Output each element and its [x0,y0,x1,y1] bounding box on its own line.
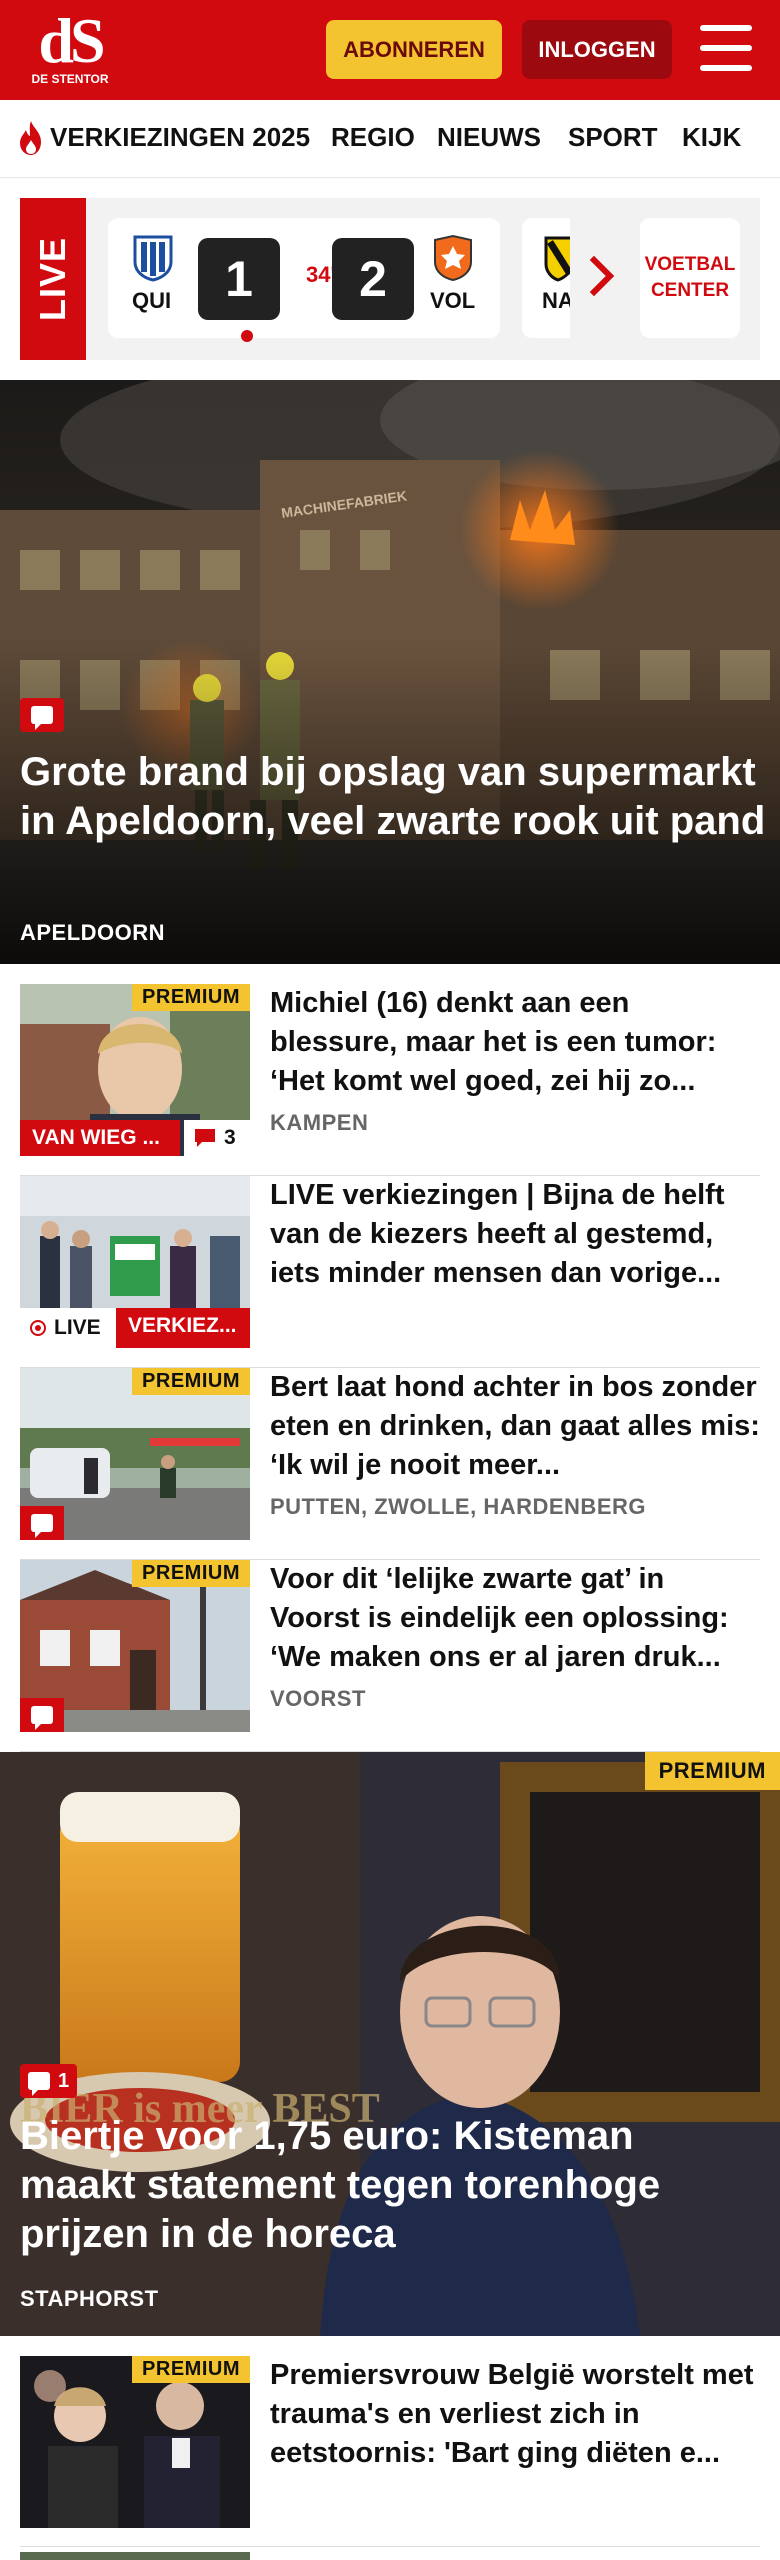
logo-mark: dS [38,5,105,76]
comment-icon [195,1129,215,1147]
nav-item-kijk[interactable]: KIJK [682,122,741,153]
login-button[interactable]: INLOGGEN [522,20,672,79]
hero-location-tag: APELDOORN [20,920,166,945]
comment-icon [31,1514,53,1538]
home-team-logo-icon [133,235,173,282]
home-team-name: QUI [132,288,172,313]
article-thumbnail: PREMIUM [20,1560,250,1732]
article-title[interactable]: Bert laat hond achter in bos zonder eten… [270,1368,760,1485]
nav-item-sport[interactable]: SPORT [568,122,658,153]
next-team-name: NA [542,288,570,313]
comment-icon [28,2072,50,2096]
article-thumbnail: PREMIUM VAN WIEG ... 3 [20,984,250,1156]
feature-location-tag: STAPHORST [20,2286,159,2311]
article-title[interactable]: LIVE verkiezingen | Bijna de helft van d… [270,1176,760,1293]
article-location-tag: VOORST [270,1686,366,1711]
article-location-tag: KAMPEN [270,1110,369,1135]
comments-badge[interactable] [20,1506,64,1540]
away-team-name: VOL [430,288,476,313]
premium-badge: PREMIUM [132,984,250,1011]
match-card[interactable]: QUI 1 34' 2 VOL [108,218,500,342]
away-score: 2 [332,238,414,320]
series-label[interactable]: VERKIEZ... [116,1308,250,1348]
site-logo[interactable]: dS DE STENTOR [28,5,112,88]
premium-badge: PREMIUM [132,1560,250,1587]
live-scores-strip: LIVE QUI 1 34' 2 VOL NA VOETBAL CENTER [20,198,760,360]
live-indicator-dot [241,330,253,342]
article-thumbnail: LIVE VERKIEZ... [20,1176,250,1348]
article-thumbnail: PREMIUM [20,2356,250,2528]
comments-badge[interactable] [20,698,64,732]
site-header: dS DE STENTOR ABONNEREN INLOGGEN [0,0,780,100]
article-location-tag: PUTTEN, ZWOLLE, HARDENBERG [270,1494,646,1519]
list-item[interactable]: PREMIUM Voor dit ‘lelijke zwarte gat’ in… [20,1560,760,1752]
article-title[interactable]: Premiersvrouw België worstelt met trauma… [270,2356,760,2473]
hero-title[interactable]: Grote brand bij opslag van supermarkt in… [20,748,770,846]
flame-icon [20,121,41,155]
away-team-logo-icon [434,234,472,282]
series-label[interactable]: VAN WIEG ... [20,1120,180,1156]
menu-icon[interactable] [700,25,752,71]
nav-item-nieuws[interactable]: NIEUWS [437,122,541,153]
comments-badge[interactable]: 1 [20,2064,78,2098]
main-nav: VERKIEZINGEN 2025 REGIO NIEUWS SPORT KIJ… [0,100,780,178]
premium-badge: PREMIUM [132,1368,250,1395]
comments-badge[interactable] [20,1698,64,1732]
divider [20,2546,760,2547]
comment-icon [31,1706,53,1730]
chevron-right-icon[interactable] [588,254,618,298]
next-team-logo-icon [544,236,570,282]
nav-item-regio[interactable]: REGIO [331,122,415,153]
article-thumbnail: PREMIUM [20,1368,250,1540]
list-item[interactable]: LIVE VERKIEZ... LIVE verkiezingen | Bijn… [20,1176,760,1368]
next-article-thumbnail [20,2552,250,2560]
live-tag: LIVE [20,198,86,360]
feature-article[interactable]: BIER is meer BEST PREMIUM 1 Biertje voor… [0,1752,780,2336]
article-title[interactable]: Michiel (16) denkt aan een blessure, maa… [270,984,760,1101]
premium-badge: PREMIUM [644,1752,780,1790]
feature-title[interactable]: Biertje voor 1,75 euro: Kisteman maakt s… [20,2112,760,2259]
home-score: 1 [198,238,280,320]
comments-count[interactable]: 3 [184,1120,250,1156]
premium-badge: PREMIUM [132,2356,250,2383]
list-item[interactable]: PREMIUM VAN WIEG ... 3 Michiel (16) denk… [20,984,760,1176]
hero-article[interactable]: MACHINEFABRIEK Grote brand bij opslag va… [0,380,780,964]
list-item[interactable]: PREMIUM Premiersvrouw België worstelt me… [20,2356,760,2560]
live-dot-icon [30,1320,46,1336]
nav-item-verkiezingen[interactable]: VERKIEZINGEN 2025 [50,122,310,153]
live-label: LIVE [20,1308,116,1348]
logo-subtitle: DE STENTOR [31,72,109,86]
subscribe-button[interactable]: ABONNEREN [326,20,502,79]
list-item[interactable]: PREMIUM Bert laat hond achter in bos zon… [20,1368,760,1560]
next-match-card[interactable]: NA [522,218,570,338]
comment-icon [31,706,53,730]
voetbal-center-button[interactable]: VOETBAL CENTER [640,218,740,338]
article-title[interactable]: Voor dit ‘lelijke zwarte gat’ in Voorst … [270,1560,760,1677]
